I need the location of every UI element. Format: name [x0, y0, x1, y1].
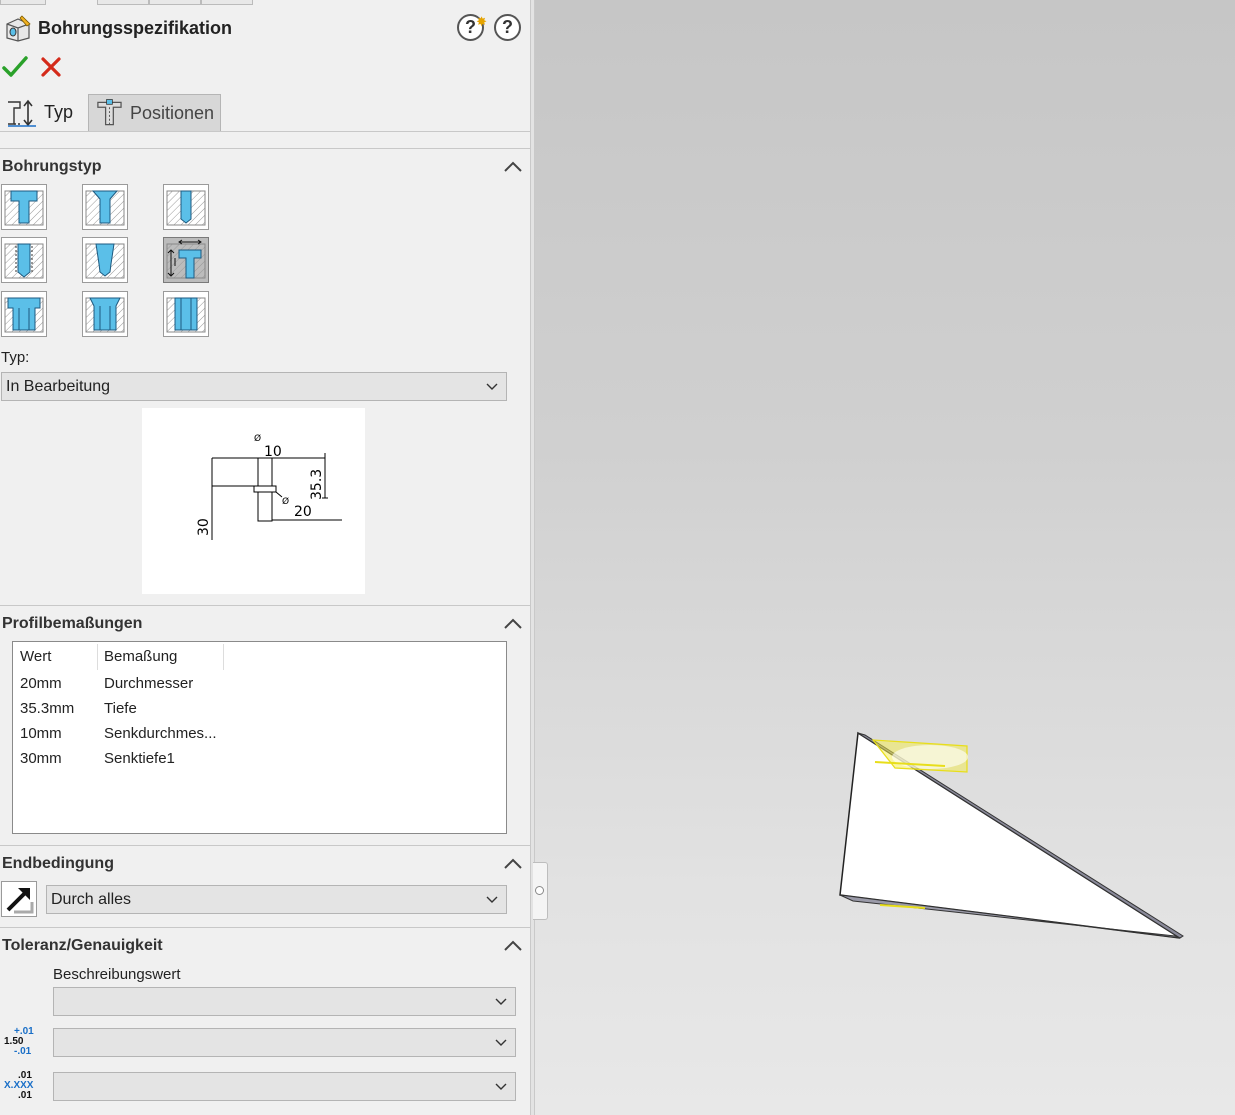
description-value-label: Beschreibungswert	[53, 966, 181, 983]
chevron-up-icon[interactable]	[504, 940, 522, 952]
dimxpert-manager-tab[interactable]	[201, 0, 253, 5]
chevron-down-icon	[495, 998, 507, 1005]
row-value[interactable]: 35.3mm	[20, 700, 74, 717]
chevron-up-icon[interactable]	[504, 858, 522, 870]
hole-preview-drawing: Ø 10 35.3 Ø 20 30	[196, 433, 342, 540]
model-geometry[interactable]	[535, 0, 1235, 1115]
preview-dim-counterbore-diameter: 10	[264, 444, 282, 460]
simple-hole-icon	[166, 190, 206, 226]
tab-typ[interactable]: Typ	[0, 94, 87, 131]
section-tolerance-title: Toleranz/Genauigkeit	[2, 937, 163, 954]
preview-diameter-symbol: Ø	[254, 433, 261, 444]
configuration-manager-tab[interactable]	[149, 0, 201, 5]
table-row[interactable]: 10mm Senkdurchmes...	[13, 725, 508, 750]
hole-type-counterbore-button[interactable]	[1, 184, 47, 230]
hole-type-tapped-hole-button[interactable]	[1, 237, 47, 283]
table-row[interactable]: 20mm Durchmesser	[13, 675, 508, 700]
property-manager-panel: Bohrungsspezifikation ? ✸ ? Typ Positione…	[0, 0, 530, 1115]
close-icon[interactable]	[40, 56, 62, 78]
hole-type-icon	[8, 99, 36, 127]
preview-dim-hole-diameter: 20	[294, 504, 312, 520]
row-value[interactable]: 10mm	[20, 725, 62, 742]
panel-collapse-handle[interactable]	[533, 862, 548, 920]
reverse-direction-button[interactable]	[1, 881, 37, 917]
property-manager-tab[interactable]	[97, 0, 149, 5]
help-icon[interactable]: ?	[494, 14, 521, 41]
section-profile-header[interactable]: Profilbemaßungen	[0, 605, 530, 641]
chevron-down-icon	[486, 896, 498, 903]
precision-icon: .01 X.XXX .01	[4, 1071, 33, 1101]
row-value[interactable]: 20mm	[20, 675, 62, 692]
legacy-hole-icon	[166, 239, 206, 279]
panel-tabs: Typ Positionen	[0, 94, 530, 132]
chevron-up-icon[interactable]	[504, 161, 522, 173]
column-separator[interactable]	[223, 644, 224, 670]
tab-positionen[interactable]: Positionen	[88, 94, 221, 131]
row-dimension: Senktiefe1	[104, 750, 175, 767]
precision-icon-bot: .01	[18, 1090, 32, 1101]
hole-preview: Ø 10 35.3 Ø 20 30	[142, 408, 365, 594]
preview-dim-counterbore-depth: 30	[196, 518, 212, 536]
tab-positionen-label: Positionen	[129, 102, 214, 123]
feature-manager-tab[interactable]	[0, 0, 46, 5]
precision-select[interactable]	[53, 1072, 516, 1101]
column-header-dimension[interactable]: Bemaßung	[104, 648, 177, 665]
chevron-up-icon[interactable]	[504, 618, 522, 630]
section-hole-type-title: Bohrungstyp	[2, 158, 102, 175]
column-header-value[interactable]: Wert	[20, 648, 51, 665]
reverse-direction-icon	[6, 888, 34, 914]
description-value-select[interactable]	[53, 987, 516, 1016]
type-select-value: In Bearbeitung	[6, 378, 111, 395]
hole-wizard-icon	[6, 15, 31, 42]
section-hole-type-header[interactable]: Bohrungstyp	[0, 148, 530, 184]
section-tolerance-header[interactable]: Toleranz/Genauigkeit	[0, 927, 530, 963]
hole-type-slot-button[interactable]	[163, 291, 209, 337]
section-end-condition-header[interactable]: Endbedingung	[0, 845, 530, 881]
whats-new-help-icon[interactable]: ? ✸	[457, 14, 487, 41]
slot-icon	[166, 297, 206, 333]
countersink-icon	[85, 190, 125, 226]
hole-type-legacy-hole-button[interactable]	[163, 237, 209, 283]
table-row[interactable]: 35.3mm Tiefe	[13, 700, 508, 725]
counterbore-icon	[4, 190, 44, 226]
preview-diameter-symbol-2: Ø	[282, 496, 289, 507]
check-icon[interactable]	[2, 54, 28, 80]
table-row[interactable]: 30mm Senktiefe1	[13, 750, 508, 775]
chevron-down-icon	[486, 383, 498, 390]
hole-type-counterbore-slot-button[interactable]	[1, 291, 47, 337]
end-condition-select[interactable]: Durch alles	[46, 885, 507, 914]
counterbore-slot-icon	[4, 297, 44, 333]
tolerance-icon-bot: -.01	[14, 1046, 32, 1057]
hole-type-pipe-tap-button[interactable]	[82, 237, 128, 283]
row-value[interactable]: 30mm	[20, 750, 62, 767]
panel-title: Bohrungsspezifikation	[38, 18, 233, 38]
tolerance-type-select[interactable]	[53, 1028, 516, 1057]
hole-type-countersink-slot-button[interactable]	[82, 291, 128, 337]
hole-type-simple-hole-button[interactable]	[163, 184, 209, 230]
positions-icon	[97, 99, 122, 126]
tab-typ-label: Typ	[44, 102, 74, 122]
countersink-slot-icon	[85, 297, 125, 333]
chevron-down-icon	[495, 1039, 507, 1046]
chevron-down-icon	[495, 1083, 507, 1090]
row-dimension: Senkdurchmes...	[104, 725, 217, 742]
graphics-viewport[interactable]	[535, 0, 1235, 1115]
section-end-condition-title: Endbedingung	[2, 855, 114, 872]
tolerance-type-icon: +.01 1.50 -.01	[4, 1027, 34, 1057]
section-profile-title: Profilbemaßungen	[2, 615, 143, 632]
row-dimension: Tiefe	[104, 700, 137, 717]
end-condition-select-value: Durch alles	[51, 891, 132, 908]
row-dimension: Durchmesser	[104, 675, 194, 692]
profile-dimension-table: Wert Bemaßung 20mm Durchmesser 35.3mm Ti…	[12, 641, 507, 834]
type-label: Typ:	[1, 349, 30, 366]
tapped-hole-icon	[4, 243, 44, 279]
preview-dim-depth: 35.3	[309, 469, 325, 500]
hole-type-countersink-button[interactable]	[82, 184, 128, 230]
pipe-tap-icon	[85, 243, 125, 279]
panel-header: Bohrungsspezifikation ? ✸ ?	[0, 8, 530, 48]
type-select[interactable]: In Bearbeitung	[1, 372, 507, 401]
column-separator[interactable]	[97, 644, 98, 670]
